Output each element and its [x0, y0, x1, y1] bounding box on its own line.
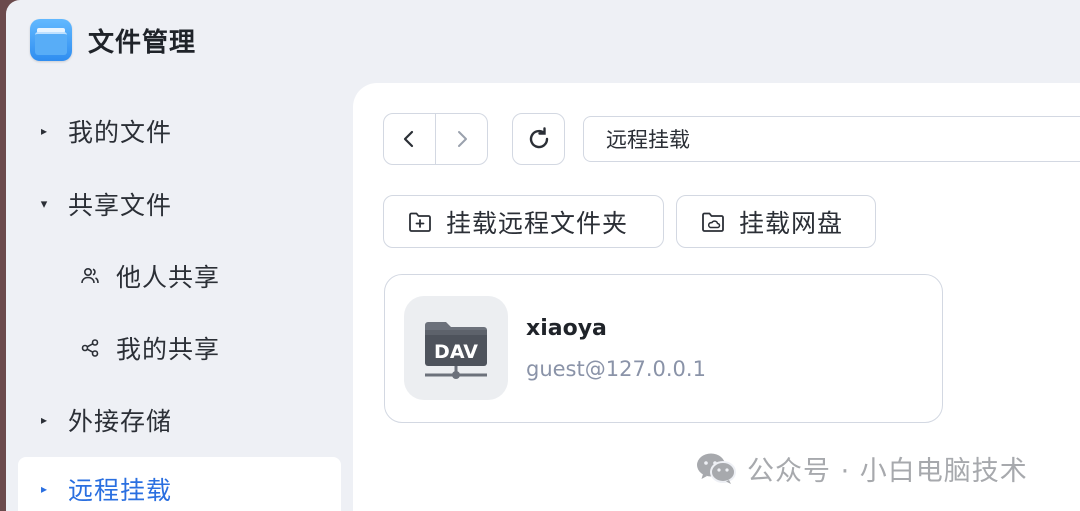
file-manager-window: 文件管理 ▸ 我的文件 ▾ 共享文件 他人共享 我的共享 ▸ 外接存储 ▸ 远程… — [6, 0, 1080, 511]
watermark: 公众号 · 小白电脑技术 — [695, 448, 1028, 488]
caret-right-icon: ▸ — [40, 413, 48, 427]
sidebar-item-label: 我的文件 — [68, 118, 173, 147]
sidebar-item-label: 远程挂载 — [68, 476, 173, 505]
mount-cloud-drive-label: 挂载网盘 — [739, 208, 844, 238]
back-button[interactable] — [384, 114, 435, 164]
sidebar-item-my-files[interactable]: ▸ 我的文件 — [18, 103, 341, 159]
folder-app-icon — [30, 19, 72, 61]
sidebar-item-label: 他人共享 — [116, 263, 221, 292]
caret-down-icon: ▾ — [40, 196, 48, 212]
forward-button[interactable] — [436, 114, 487, 164]
chevron-left-icon — [404, 130, 414, 148]
sidebar-item-label: 我的共享 — [116, 335, 221, 364]
mount-name: xiaoya — [526, 316, 607, 341]
sidebar-item-external-storage[interactable]: ▸ 外接存储 — [18, 392, 341, 448]
cloud-folder-icon — [702, 212, 724, 232]
mount-remote-folder-button[interactable]: 挂载远程文件夹 — [383, 195, 664, 248]
sidebar-item-shared-files[interactable]: ▾ 共享文件 — [18, 176, 341, 232]
refresh-button[interactable] — [512, 113, 565, 165]
sidebar-item-shared-with-me[interactable]: 他人共享 — [18, 248, 341, 304]
sidebar-item-my-shares[interactable]: 我的共享 — [18, 320, 341, 376]
caret-right-icon: ▸ — [40, 124, 48, 138]
wechat-icon — [697, 453, 736, 484]
dav-label: DAV — [434, 341, 478, 363]
app-header: 文件管理 — [30, 17, 196, 63]
mount-remote-folder-label: 挂载远程文件夹 — [446, 208, 629, 238]
sidebar-item-label: 共享文件 — [68, 191, 173, 220]
mount-address: guest@127.0.0.1 — [526, 357, 706, 381]
path-breadcrumb[interactable]: 远程挂载 — [583, 116, 1080, 162]
folder-plus-icon — [409, 212, 431, 232]
dav-folder-icon: DAV — [404, 296, 508, 400]
mount-cloud-drive-button[interactable]: 挂载网盘 — [676, 195, 876, 248]
main-content: 远程挂载 挂载远程文件夹 挂载网盘 DAV xiaoya guest@127.0… — [353, 83, 1080, 511]
sidebar-item-remote-mount[interactable]: ▸ 远程挂载 — [18, 457, 341, 511]
users-icon — [80, 266, 100, 286]
chevron-right-icon — [457, 131, 467, 147]
app-title: 文件管理 — [88, 27, 197, 58]
caret-right-icon: ▸ — [40, 482, 48, 496]
refresh-icon — [529, 127, 548, 149]
sidebar-item-label: 外接存储 — [68, 407, 173, 436]
history-nav-group — [383, 113, 488, 165]
mount-card[interactable]: DAV xiaoya guest@127.0.0.1 — [384, 274, 943, 423]
watermark-text: 公众号 · 小白电脑技术 — [747, 455, 1028, 487]
share-icon — [80, 338, 100, 358]
